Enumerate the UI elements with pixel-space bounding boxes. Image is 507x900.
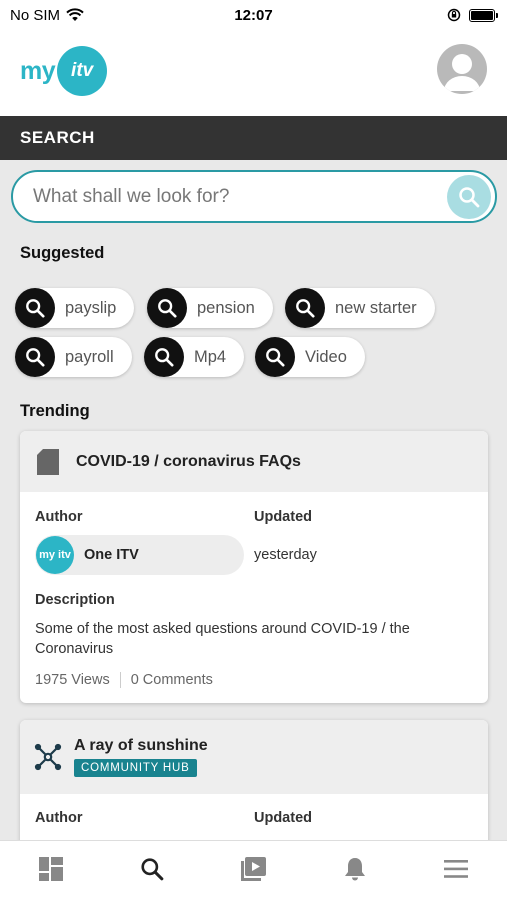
my-itv-logo[interactable]: my itv (20, 46, 108, 96)
trending-card[interactable]: COVID-19 / coronavirus FAQs Author Updat… (20, 431, 488, 703)
suggestion-chip[interactable]: payslip (15, 288, 135, 328)
suggestion-chip[interactable]: pension (147, 288, 273, 328)
suggestion-chip-label: pension (197, 298, 255, 317)
status-bar: No SIM 12:07 (0, 0, 507, 30)
updated-label: Updated (254, 810, 312, 826)
card-title: COVID-19 / coronavirus FAQs (76, 452, 301, 470)
updated-label: Updated (254, 509, 312, 525)
logo-mark: itv (57, 46, 108, 96)
description-label: Description (35, 592, 115, 608)
page-title: SEARCH (0, 116, 507, 160)
description-text: Some of the most asked questions around … (35, 621, 410, 657)
bottom-tab-bar (0, 840, 507, 900)
author-avatar: my itv (36, 536, 74, 574)
card-meta: 1975 Views 0 Comments (35, 672, 213, 688)
search-button[interactable] (447, 174, 491, 219)
app-header: my itv (0, 30, 507, 116)
card-header: A ray of sunshine COMMUNITY HUB (20, 720, 488, 794)
search-icon (285, 288, 325, 328)
divider (119, 672, 121, 688)
author-label: Author (35, 509, 83, 525)
search-box (11, 170, 497, 223)
search-icon (459, 186, 480, 207)
search-icon (144, 337, 184, 377)
search-icon (147, 288, 187, 328)
search-icon (255, 337, 295, 377)
user-icon (444, 54, 480, 91)
document-icon (37, 448, 59, 475)
author-chip[interactable]: my itv One ITV (35, 535, 244, 575)
views-count: 1975 Views (35, 672, 110, 688)
search-icon (15, 288, 55, 328)
tab-dashboard[interactable] (21, 845, 81, 893)
menu-icon (444, 859, 469, 878)
suggestion-chip[interactable]: Mp4 (144, 337, 245, 377)
comments-count: 0 Comments (130, 672, 213, 688)
video-library-icon (241, 856, 267, 881)
suggested-heading: Suggested (20, 244, 105, 262)
author-label: Author (35, 810, 83, 826)
suggestion-chip-label: Video (305, 347, 347, 366)
wifi-icon (66, 8, 84, 21)
community-hub-badge: COMMUNITY HUB (74, 759, 197, 777)
carrier-label: No SIM (10, 6, 61, 24)
suggestion-chip-label: payroll (65, 347, 114, 366)
tab-menu[interactable] (426, 845, 486, 893)
suggestion-chip-label: payslip (65, 298, 117, 317)
suggestion-chip-label: new starter (335, 298, 417, 317)
trending-card[interactable]: A ray of sunshine COMMUNITY HUB Author U… (20, 720, 488, 860)
bell-icon (344, 857, 365, 880)
card-header: COVID-19 / coronavirus FAQs (20, 431, 488, 492)
suggestion-chip[interactable]: new starter (285, 288, 435, 328)
updated-value: yesterday (254, 547, 317, 563)
search-input[interactable] (33, 185, 447, 208)
tab-notifications[interactable] (325, 845, 385, 893)
suggestion-chip[interactable]: Video (255, 337, 365, 377)
tab-search[interactable] (122, 845, 182, 893)
suggestion-chip-label: Mp4 (194, 347, 227, 366)
search-icon (141, 857, 164, 880)
author-name: One ITV (84, 547, 139, 563)
tab-videos[interactable] (223, 845, 283, 893)
search-icon (15, 337, 55, 377)
card-title: A ray of sunshine (74, 737, 208, 754)
orientation-lock-icon (447, 8, 461, 22)
profile-avatar[interactable] (437, 44, 487, 94)
trending-heading: Trending (20, 402, 90, 420)
dashboard-icon (38, 856, 63, 881)
network-icon (34, 743, 62, 771)
logo-text: my (20, 56, 56, 85)
battery-icon (469, 8, 498, 22)
suggestion-chip[interactable]: payroll (15, 337, 132, 377)
